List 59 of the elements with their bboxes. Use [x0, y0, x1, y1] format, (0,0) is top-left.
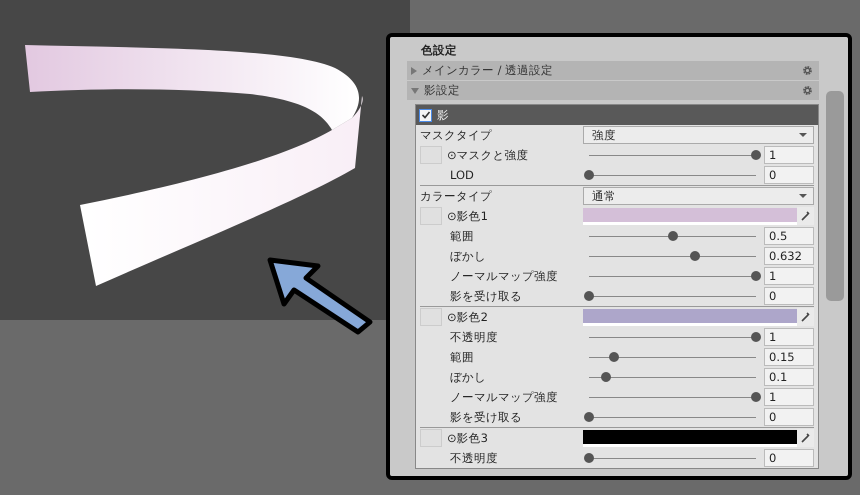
color-field[interactable]: [583, 308, 797, 326]
property-label: 不透明度: [449, 450, 499, 466]
color-field[interactable]: [583, 430, 797, 446]
settings-icon[interactable]: [802, 65, 813, 76]
shadow-label: 影: [437, 108, 449, 122]
slider-handle[interactable]: [609, 352, 620, 362]
property-label: 影を受け取る: [449, 288, 523, 304]
property-label: 影を受け取る: [449, 410, 523, 424]
number-field[interactable]: 1: [764, 267, 814, 285]
slider-handle[interactable]: [751, 332, 761, 342]
section-title: 色設定: [420, 43, 458, 59]
number-field[interactable]: 0: [764, 166, 814, 184]
dropdown[interactable]: 強度: [583, 126, 814, 144]
number-field[interactable]: 0: [764, 449, 814, 467]
property-label: 範囲: [449, 228, 475, 244]
property-label: ぼかし: [449, 248, 487, 264]
property-label: ノーマルマップ強度: [449, 390, 559, 404]
number-field[interactable]: 0: [764, 287, 814, 305]
number-field[interactable]: 0.1: [764, 368, 814, 386]
slider-handle[interactable]: [584, 412, 594, 422]
number-field[interactable]: 1: [764, 146, 814, 164]
property-label: ぼかし: [449, 370, 487, 384]
property-label: ⊙マスクと強度: [447, 148, 530, 162]
property-label: マスクタイプ: [420, 128, 493, 142]
slider-handle[interactable]: [584, 291, 594, 301]
eyedropper-icon[interactable]: [797, 308, 814, 326]
property-label: 範囲: [449, 350, 475, 364]
number-field[interactable]: 0.15: [764, 348, 814, 366]
property-label: ⊙影色2: [447, 310, 489, 324]
property-label: ⊙影色1: [447, 208, 489, 224]
settings-icon[interactable]: [802, 85, 813, 96]
slider-handle[interactable]: [751, 392, 761, 402]
property-label: ⊙影色3: [447, 430, 489, 446]
color-field[interactable]: [583, 208, 797, 224]
dropdown[interactable]: 通常: [583, 187, 814, 205]
slider-handle[interactable]: [584, 453, 594, 463]
number-field[interactable]: 0.5: [764, 227, 814, 245]
property-label: LOD: [449, 168, 475, 182]
slider-handle[interactable]: [600, 372, 611, 382]
caret-icon: [799, 133, 807, 137]
number-field[interactable]: 0.632: [764, 247, 814, 265]
property-label: 不透明度: [449, 330, 499, 344]
number-field[interactable]: 1: [764, 388, 814, 406]
property-label: ノーマルマップ強度: [449, 268, 559, 284]
number-field[interactable]: 1: [764, 328, 814, 346]
arrow-icon: [268, 258, 372, 334]
number-field[interactable]: 0: [764, 408, 814, 426]
slider-handle[interactable]: [751, 271, 761, 281]
property-label: カラータイプ: [420, 188, 493, 204]
caret-icon: [799, 194, 807, 198]
slider-handle[interactable]: [584, 170, 594, 180]
slider-handle[interactable]: [668, 231, 678, 241]
foldout-header[interactable]: 影設定: [407, 81, 819, 100]
foldout-header[interactable]: メインカラー / 透過設定: [407, 61, 819, 80]
slider-handle[interactable]: [751, 150, 761, 160]
eyedropper-icon[interactable]: [797, 207, 814, 225]
checkbox[interactable]: [419, 108, 432, 122]
slider-handle[interactable]: [690, 251, 700, 261]
eyedropper-icon[interactable]: [797, 429, 814, 447]
